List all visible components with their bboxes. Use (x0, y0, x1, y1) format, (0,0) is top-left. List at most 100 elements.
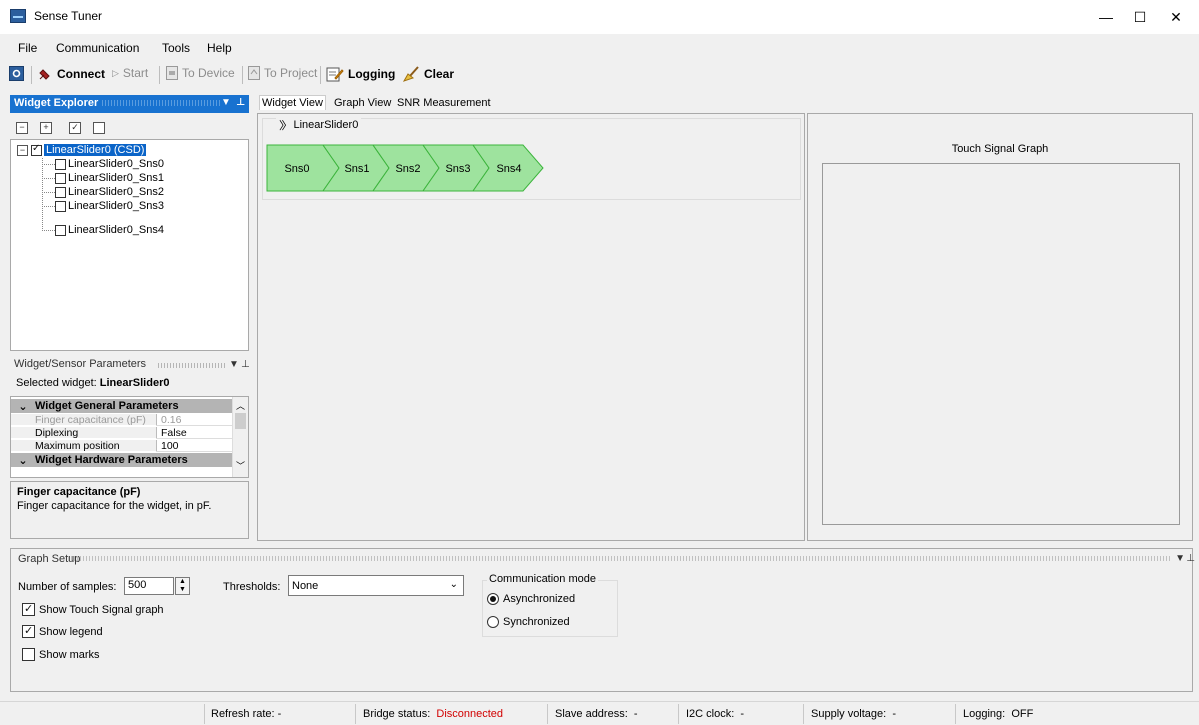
logging-button[interactable]: Logging (326, 66, 395, 82)
title-bar: Sense Tuner — ☐ ✕ (0, 0, 1199, 34)
i2c-clock: I2C clock: - (686, 708, 745, 720)
tree-item-checkbox[interactable] (55, 200, 66, 212)
bridge-status: Bridge status: Disconnected (363, 708, 504, 720)
widget-explorer-header: Widget Explorer ▼ ⊥ (10, 95, 249, 113)
menu-communication[interactable]: Communication (56, 41, 139, 55)
tree-item-sns3[interactable]: LinearSlider0_Sns3 (55, 199, 164, 213)
chevron-down-icon[interactable]: ⌄ (11, 400, 35, 413)
menu-file[interactable]: File (18, 41, 37, 55)
linear-slider: Sns0 Sns1 Sns2 Sns3 Sns4 (266, 144, 544, 192)
menu-help[interactable]: Help (207, 41, 232, 55)
to-project-button[interactable]: To Project (248, 66, 317, 80)
app-icon (10, 9, 26, 23)
scroll-up-icon[interactable]: ︿ (236, 399, 245, 412)
status-bar: Refresh rate: - Bridge status: Disconnec… (0, 701, 1199, 725)
uncheck-all-icon[interactable] (93, 122, 105, 134)
graph-title: Touch Signal Graph (951, 143, 1049, 155)
widget-tree: − LinearSlider0 (CSD) LinearSlider0_Sns0… (10, 139, 249, 351)
property-grid: ⌄ Widget General Parameters Finger capac… (10, 396, 249, 478)
thresholds-select[interactable]: None ⌄ (288, 575, 464, 596)
logging-icon (326, 67, 344, 82)
to-device-icon (166, 66, 178, 80)
tab-graph-view[interactable]: Graph View (334, 97, 391, 109)
communication-mode-group (482, 580, 618, 637)
pin-icon[interactable]: ⊥ (1186, 553, 1195, 564)
pin-icon[interactable]: ⊥ (241, 359, 250, 370)
collapse-node-icon[interactable]: − (17, 144, 28, 156)
show-marks-checkbox[interactable]: Show marks (22, 648, 100, 661)
double-chevron-icon: 〉〉 (279, 120, 292, 132)
settings-icon (9, 66, 24, 81)
to-project-icon (248, 66, 260, 80)
slider-title: 〉〉 LinearSlider0 (276, 117, 362, 133)
tree-item-checkbox[interactable] (55, 186, 66, 198)
prop-maximum-position[interactable]: Maximum position 100 (11, 440, 233, 452)
tree-item-sns1[interactable]: LinearSlider0_Sns1 (55, 171, 164, 185)
dropdown-arrow-icon[interactable]: ▼ (1175, 553, 1185, 564)
play-icon: ▷ (112, 67, 119, 78)
chevron-down-icon: ⌄ (449, 579, 458, 590)
property-grid-scrollbar[interactable]: ︿ ﹀ (232, 397, 248, 477)
spin-up-icon[interactable]: ▲ (176, 578, 189, 586)
tree-root[interactable]: − LinearSlider0 (CSD) (17, 143, 147, 157)
svg-text:Sns0: Sns0 (284, 163, 309, 175)
start-button[interactable]: ▷ Start (112, 66, 148, 80)
tree-item-sns2[interactable]: LinearSlider0_Sns2 (55, 185, 164, 199)
toolbar: Connect ▷ Start To Device To Project Log… (0, 62, 1199, 86)
check-all-icon[interactable]: ✓ (69, 122, 81, 134)
tree-item-checkbox[interactable] (55, 172, 66, 184)
connect-button[interactable]: Connect (37, 66, 105, 82)
tab-snr-measurement[interactable]: SNR Measurement (397, 97, 491, 109)
prop-diplexing[interactable]: Diplexing False (11, 427, 233, 439)
svg-text:Sns1: Sns1 (344, 163, 369, 175)
tree-root-checkbox[interactable] (31, 143, 42, 156)
slave-address: Slave address: - (555, 708, 638, 720)
window-title: Sense Tuner (34, 9, 103, 23)
prop-finger-capacitance[interactable]: Finger capacitance (pF) 0.16 (11, 414, 233, 426)
pin-icon[interactable]: ⊥ (236, 97, 245, 108)
communication-mode-title: Communication mode (487, 573, 598, 585)
to-device-button[interactable]: To Device (166, 66, 235, 80)
scroll-down-icon[interactable]: ﹀ (236, 459, 245, 472)
plug-icon (39, 69, 50, 80)
radio-asynchronized[interactable]: Asynchronized (487, 593, 575, 605)
close-button[interactable]: ✕ (1153, 0, 1199, 34)
tree-item-sns0[interactable]: LinearSlider0_Sns0 (55, 157, 164, 171)
radio-synchronized[interactable]: Synchronized (487, 616, 570, 628)
settings-button[interactable] (9, 66, 24, 81)
graph-plot-area[interactable] (822, 163, 1180, 525)
tree-item-checkbox[interactable] (55, 224, 66, 236)
logging-status: Logging: OFF (963, 708, 1034, 720)
clear-button[interactable]: Clear (402, 66, 454, 82)
menu-tools[interactable]: Tools (162, 41, 190, 55)
widget-explorer-toolbar: − + ✓ (10, 116, 249, 138)
supply-voltage: Supply voltage: - (811, 708, 897, 720)
collapse-all-icon[interactable]: − (16, 122, 28, 134)
samples-input[interactable]: 500 (124, 577, 174, 595)
view-tabs: Widget View Graph View SNR Measurement (257, 95, 805, 113)
show-touch-signal-checkbox[interactable]: Show Touch Signal graph (22, 602, 164, 616)
tab-widget-view[interactable]: Widget View (259, 95, 326, 110)
menu-bar: File Communication Tools Help (0, 38, 1199, 58)
svg-text:Sns3: Sns3 (445, 163, 470, 175)
expand-all-icon[interactable]: + (40, 122, 52, 134)
svg-text:Sns2: Sns2 (395, 163, 420, 175)
category-general[interactable]: ⌄ Widget General Parameters (11, 399, 233, 413)
refresh-rate: Refresh rate: - (211, 708, 282, 720)
thresholds-label: Thresholds: (223, 581, 281, 593)
graph-setup-header: Graph Setup ▼ ⊥ (18, 553, 1195, 565)
chevron-down-icon[interactable]: ⌄ (11, 454, 35, 467)
spin-down-icon[interactable]: ▼ (176, 586, 189, 594)
dropdown-arrow-icon[interactable]: ▼ (221, 97, 231, 108)
category-hardware[interactable]: ⌄ Widget Hardware Parameters (11, 453, 233, 467)
dropdown-arrow-icon[interactable]: ▼ (229, 359, 239, 370)
show-legend-checkbox[interactable]: Show legend (22, 624, 103, 638)
svg-text:Sns4: Sns4 (496, 163, 521, 175)
property-description: Finger capacitance (pF) Finger capacitan… (10, 481, 249, 539)
params-header: Widget/Sensor Parameters ▼ ⊥ (14, 358, 250, 370)
tree-item-sns4[interactable]: LinearSlider0_Sns4 (55, 223, 164, 237)
samples-label: Number of samples: (18, 581, 117, 593)
samples-spinner[interactable]: ▲ ▼ (175, 577, 190, 595)
broom-icon (402, 66, 419, 82)
tree-item-checkbox[interactable] (55, 158, 66, 170)
